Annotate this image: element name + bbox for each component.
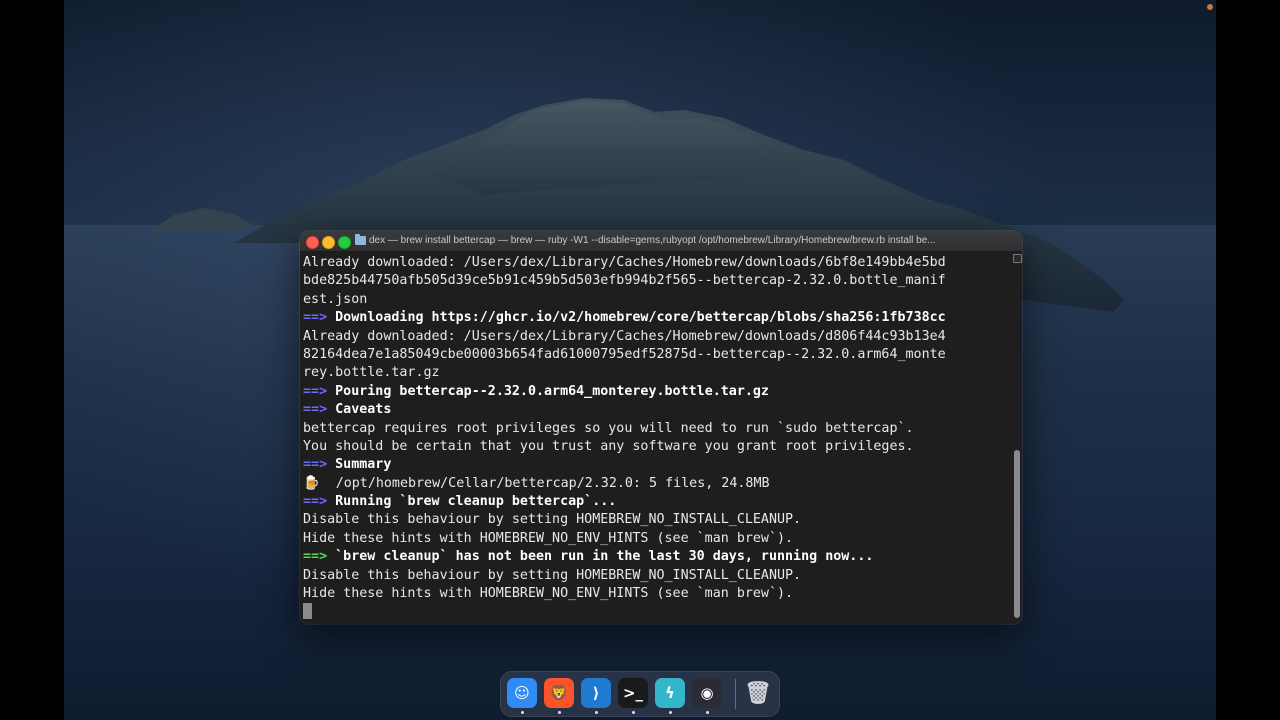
close-window-button[interactable] bbox=[306, 236, 319, 249]
prompt-arrow: ==> bbox=[303, 383, 328, 399]
terminal-line: You should be certain that you trust any… bbox=[303, 438, 1009, 456]
terminal-line-text: bettercap requires root privileges so yo… bbox=[303, 420, 914, 436]
terminal-line-text: Already downloaded: /Users/dex/Library/C… bbox=[303, 328, 946, 344]
minimize-window-button[interactable] bbox=[322, 236, 335, 249]
terminal-prompt-line[interactable] bbox=[303, 603, 1009, 621]
terminal-line: Hide these hints with HOMEBREW_NO_ENV_HI… bbox=[303, 585, 1009, 603]
terminal-line: rey.bottle.tar.gz bbox=[303, 364, 1009, 382]
scrollbar-thumb[interactable] bbox=[1014, 450, 1020, 618]
bolt-app-icon[interactable]: ϟ bbox=[655, 678, 685, 708]
running-indicator bbox=[706, 711, 709, 714]
terminal-line: Already downloaded: /Users/dex/Library/C… bbox=[303, 328, 1009, 346]
running-indicator bbox=[521, 711, 524, 714]
terminal-line: Already downloaded: /Users/dex/Library/C… bbox=[303, 254, 1009, 272]
terminal-line: 🍺 /opt/homebrew/Cellar/bettercap/2.32.0:… bbox=[303, 475, 1009, 493]
obs-icon[interactable]: ◉ bbox=[692, 678, 722, 708]
dock: ☺ 🦁 ⟩ >_ ϟ ◉ 🗑 bbox=[501, 672, 779, 716]
terminal-line-text: Hide these hints with HOMEBREW_NO_ENV_HI… bbox=[303, 530, 794, 546]
dock-separator bbox=[735, 679, 736, 709]
terminal-line: est.json bbox=[303, 291, 1009, 309]
trash-icon[interactable]: 🗑 bbox=[743, 678, 773, 708]
running-indicator bbox=[595, 711, 598, 714]
terminal-line-text: bde825b44750afb505d39ce5b91c459b5d503efb… bbox=[303, 273, 946, 289]
prompt-arrow: ==> bbox=[303, 310, 328, 326]
terminal-scrollbar[interactable] bbox=[1012, 253, 1022, 622]
prompt-arrow: ==> bbox=[303, 402, 328, 418]
terminal-line: ==> Downloading https://ghcr.io/v2/homeb… bbox=[303, 309, 1009, 327]
terminal-line: Hide these hints with HOMEBREW_NO_ENV_HI… bbox=[303, 530, 1009, 548]
terminal-line-text: Summary bbox=[327, 457, 392, 473]
terminal-line-text: You should be certain that you trust any… bbox=[303, 438, 914, 454]
terminal-icon[interactable]: >_ bbox=[618, 678, 648, 708]
terminal-line: ==> Caveats bbox=[303, 401, 1009, 419]
running-indicator bbox=[632, 711, 635, 714]
terminal-line-text: Disable this behaviour by setting HOMEBR… bbox=[303, 512, 802, 528]
terminal-line-text: 82164dea7e1a85049cbe00003b654fad61000795… bbox=[303, 346, 946, 362]
terminal-line-text: Running `brew cleanup bettercap`... bbox=[327, 494, 617, 510]
vscode-icon[interactable]: ⟩ bbox=[581, 678, 611, 708]
terminal-line: Disable this behaviour by setting HOMEBR… bbox=[303, 567, 1009, 585]
terminal-output[interactable]: Already downloaded: /Users/dex/Library/C… bbox=[303, 254, 1009, 622]
terminal-line: ==> Pouring bettercap--2.32.0.arm64_mont… bbox=[303, 383, 1009, 401]
scroll-up-button[interactable] bbox=[1013, 254, 1022, 263]
terminal-line: bettercap requires root privileges so yo… bbox=[303, 420, 1009, 438]
terminal-line-text: est.json bbox=[303, 291, 368, 307]
window-title: dex — brew install bettercap — brew — ru… bbox=[369, 235, 936, 246]
terminal-line-text: Pouring bettercap--2.32.0.arm64_monterey… bbox=[327, 383, 769, 399]
terminal-cursor bbox=[303, 603, 312, 620]
terminal-line: Disable this behaviour by setting HOMEBR… bbox=[303, 511, 1009, 529]
beer-icon: 🍺 bbox=[303, 475, 320, 491]
terminal-line: bde825b44750afb505d39ce5b91c459b5d503efb… bbox=[303, 272, 1009, 290]
terminal-line: 82164dea7e1a85049cbe00003b654fad61000795… bbox=[303, 346, 1009, 364]
terminal-line-text: Already downloaded: /Users/dex/Library/C… bbox=[303, 255, 946, 270]
terminal-line-text: /opt/homebrew/Cellar/bettercap/2.32.0: 5… bbox=[319, 475, 770, 491]
terminal-line-text: `brew cleanup` has not been run in the l… bbox=[327, 549, 874, 565]
prompt-arrow: ==> bbox=[303, 457, 328, 473]
terminal-line: ==> Running `brew cleanup bettercap`... bbox=[303, 493, 1009, 511]
brave-icon[interactable]: 🦁 bbox=[544, 678, 574, 708]
terminal-line-text: Downloading https://ghcr.io/v2/homebrew/… bbox=[327, 310, 946, 326]
prompt-arrow: ==> bbox=[303, 494, 328, 510]
recording-indicator bbox=[1207, 4, 1213, 10]
finder-icon[interactable]: ☺ bbox=[507, 678, 537, 708]
terminal-line-text: Disable this behaviour by setting HOMEBR… bbox=[303, 567, 802, 583]
terminal-line: ==> `brew cleanup` has not been run in t… bbox=[303, 548, 1009, 566]
running-indicator bbox=[669, 711, 672, 714]
terminal-line-text: rey.bottle.tar.gz bbox=[303, 365, 440, 381]
folder-icon bbox=[355, 234, 366, 245]
running-indicator bbox=[558, 711, 561, 714]
terminal-window[interactable]: dex — brew install bettercap — brew — ru… bbox=[300, 231, 1022, 624]
terminal-line-text: Caveats bbox=[327, 402, 392, 418]
prompt-arrow: ==> bbox=[303, 549, 328, 565]
window-titlebar[interactable]: dex — brew install bettercap — brew — ru… bbox=[300, 231, 1022, 252]
zoom-window-button[interactable] bbox=[338, 236, 351, 249]
terminal-line-text: Hide these hints with HOMEBREW_NO_ENV_HI… bbox=[303, 586, 794, 602]
terminal-line: ==> Summary bbox=[303, 456, 1009, 474]
